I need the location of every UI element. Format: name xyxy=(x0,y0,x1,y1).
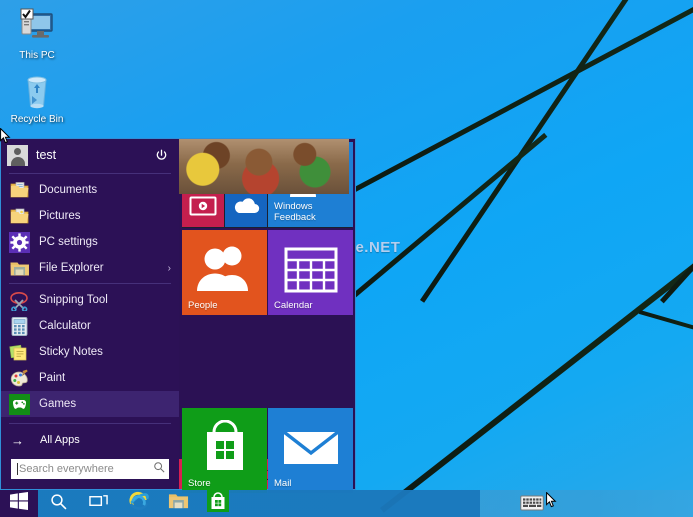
gear-icon xyxy=(9,232,30,253)
paint-palette-icon xyxy=(9,368,30,389)
text-caret xyxy=(17,463,18,475)
menu-item-label: Calculator xyxy=(39,320,162,332)
menu-divider xyxy=(9,423,171,424)
menu-item-calculator[interactable]: Calculator xyxy=(1,313,179,339)
wallpaper-line xyxy=(380,243,693,512)
power-icon[interactable] xyxy=(151,145,171,165)
chevron-right-icon: › xyxy=(168,263,171,274)
tile-mail[interactable]: Mail xyxy=(268,408,353,493)
menu-divider xyxy=(9,283,171,284)
taskbar xyxy=(0,490,693,517)
menu-item-label: Paint xyxy=(39,372,162,384)
all-apps-label: All Apps xyxy=(40,434,80,446)
snipping-tool-icon xyxy=(9,290,30,311)
taskbar-file-explorer-button[interactable] xyxy=(158,490,198,517)
search-icon[interactable] xyxy=(153,460,165,478)
xbox-gamepad-icon xyxy=(9,394,30,415)
start-menu-tiles-panel: S xyxy=(179,139,355,489)
arrow-right-icon: → xyxy=(11,433,24,448)
wallpaper-line xyxy=(345,133,547,304)
menu-item-documents[interactable]: Documents xyxy=(1,177,179,203)
envelope-icon xyxy=(282,428,340,468)
computer-icon xyxy=(2,6,72,48)
menu-item-snipping-tool[interactable]: Snipping Tool xyxy=(1,287,179,313)
menu-item-label: File Explorer xyxy=(39,262,159,274)
news-photo xyxy=(179,139,349,194)
store-bag-icon xyxy=(207,490,229,517)
tile-store[interactable]: Store xyxy=(182,408,267,493)
desktop-icon-label: This PC xyxy=(19,50,55,61)
documents-folder-icon xyxy=(9,180,30,201)
desktop-icon-label: Recycle Bin xyxy=(11,114,64,125)
desktop-screen: This PC Recycle Bin www.ohome.NET test xyxy=(0,0,693,517)
menu-item-label: Pictures xyxy=(39,210,162,222)
menu-item-pc-settings[interactable]: PC settings xyxy=(1,229,179,255)
file-explorer-icon xyxy=(168,492,189,515)
tile-calendar[interactable]: Calendar xyxy=(268,230,353,315)
menu-item-games[interactable]: Games xyxy=(1,391,179,417)
menu-item-label: Documents xyxy=(39,184,162,196)
menu-item-label: PC settings xyxy=(39,236,162,248)
taskbar-internet-explorer-button[interactable] xyxy=(118,490,158,517)
tile-label: Calendar xyxy=(274,300,313,311)
all-apps-button[interactable]: → All Apps xyxy=(1,427,179,453)
touch-keyboard-icon[interactable] xyxy=(520,494,544,512)
menu-item-label: Snipping Tool xyxy=(39,294,162,306)
menu-item-file-explorer[interactable]: File Explorer › xyxy=(1,255,179,281)
taskbar-store-button[interactable] xyxy=(198,490,238,517)
pictures-folder-icon xyxy=(9,206,30,227)
start-menu: test xyxy=(0,138,356,490)
menu-item-label: Games xyxy=(39,398,162,410)
wallpaper-line xyxy=(639,310,693,339)
start-button[interactable] xyxy=(0,490,38,517)
internet-explorer-icon xyxy=(128,491,149,517)
tile-label: Mail xyxy=(274,478,291,489)
menu-item-label: Sticky Notes xyxy=(39,346,162,358)
calendar-icon xyxy=(284,246,338,294)
file-explorer-icon xyxy=(9,258,30,279)
menu-item-pictures[interactable]: Pictures xyxy=(1,203,179,229)
user-avatar-icon xyxy=(7,145,28,166)
wallpaper-line xyxy=(330,0,693,204)
wallpaper-line xyxy=(660,159,693,304)
tile-label: People xyxy=(188,300,218,311)
recycle-bin-icon xyxy=(2,70,72,112)
taskbar-task-view-button[interactable] xyxy=(78,490,118,517)
task-view-icon xyxy=(89,493,108,514)
desktop-icon-this-pc[interactable]: This PC xyxy=(2,6,72,62)
calculator-icon xyxy=(9,316,30,337)
search-icon xyxy=(50,493,67,515)
menu-divider xyxy=(9,173,171,174)
user-account-row[interactable]: test xyxy=(1,139,179,171)
search-input[interactable]: Search everywhere xyxy=(11,459,169,479)
search-placeholder: Search everywhere xyxy=(19,463,153,475)
tile-label: Windows Feedback xyxy=(274,201,316,223)
sticky-notes-icon xyxy=(9,342,30,363)
menu-item-sticky-notes[interactable]: Sticky Notes xyxy=(1,339,179,365)
taskbar-search-button[interactable] xyxy=(38,490,78,517)
windows-logo-icon xyxy=(10,492,28,515)
start-menu-left-panel: test xyxy=(1,139,179,489)
desktop-icon-recycle-bin[interactable]: Recycle Bin xyxy=(2,70,72,126)
store-bag-icon xyxy=(200,420,250,472)
menu-item-paint[interactable]: Paint xyxy=(1,365,179,391)
people-icon xyxy=(195,243,253,293)
tile-people[interactable]: People xyxy=(182,230,267,315)
user-name-label: test xyxy=(36,148,143,162)
tile-label: Store xyxy=(188,478,211,489)
